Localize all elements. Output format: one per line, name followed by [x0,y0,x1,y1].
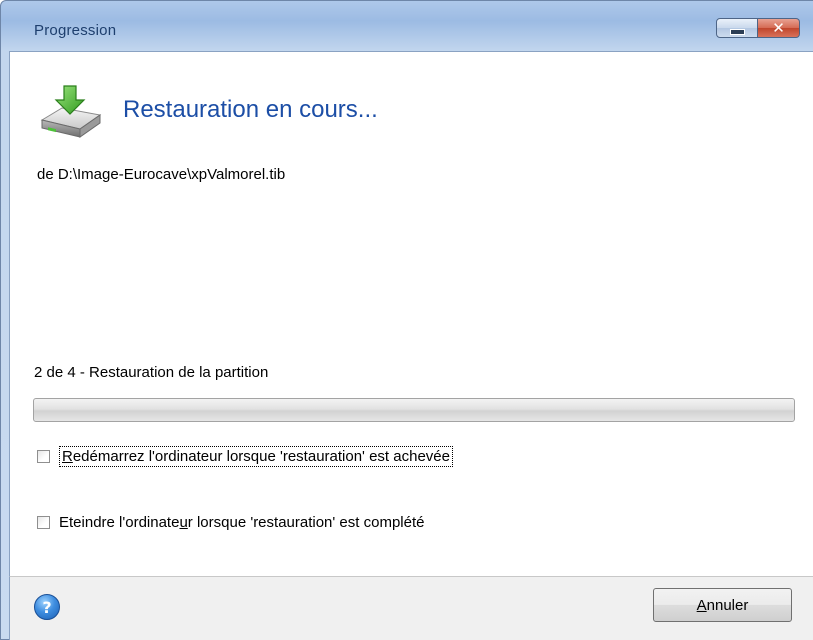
progress-bar [33,398,795,422]
step-status: 2 de 4 - Restauration de la partition [34,364,269,381]
minimize-icon [729,29,745,35]
close-button[interactable]: ✕ [758,18,800,38]
window-controls: ✕ [716,18,800,40]
help-icon[interactable]: ? [34,594,60,620]
page-title: Restauration en cours... [123,96,378,123]
progress-dialog: Progression ✕ Restauration en cours... d… [0,0,813,640]
window-title: Progression [34,22,117,39]
source-path: de D:\Image-Eurocave\xpValmorel.tib [37,166,286,183]
restart-checkbox-label[interactable]: Redémarrez l'ordinateur lorsque 'restaur… [59,446,453,467]
shutdown-checkbox[interactable] [37,516,50,529]
close-icon: ✕ [772,18,785,37]
cancel-button[interactable]: Annuler [653,588,792,622]
restart-option[interactable]: Redémarrez l'ordinateur lorsque 'restaur… [37,446,453,467]
minimize-button[interactable] [716,18,758,38]
shutdown-checkbox-label[interactable]: Eteindre l'ordinateur lorsque 'restaurat… [59,514,424,531]
dialog-body [9,51,813,576]
shutdown-option[interactable]: Eteindre l'ordinateur lorsque 'restaurat… [37,514,424,531]
disk-restore-icon [40,85,102,138]
restart-checkbox[interactable] [37,450,50,463]
